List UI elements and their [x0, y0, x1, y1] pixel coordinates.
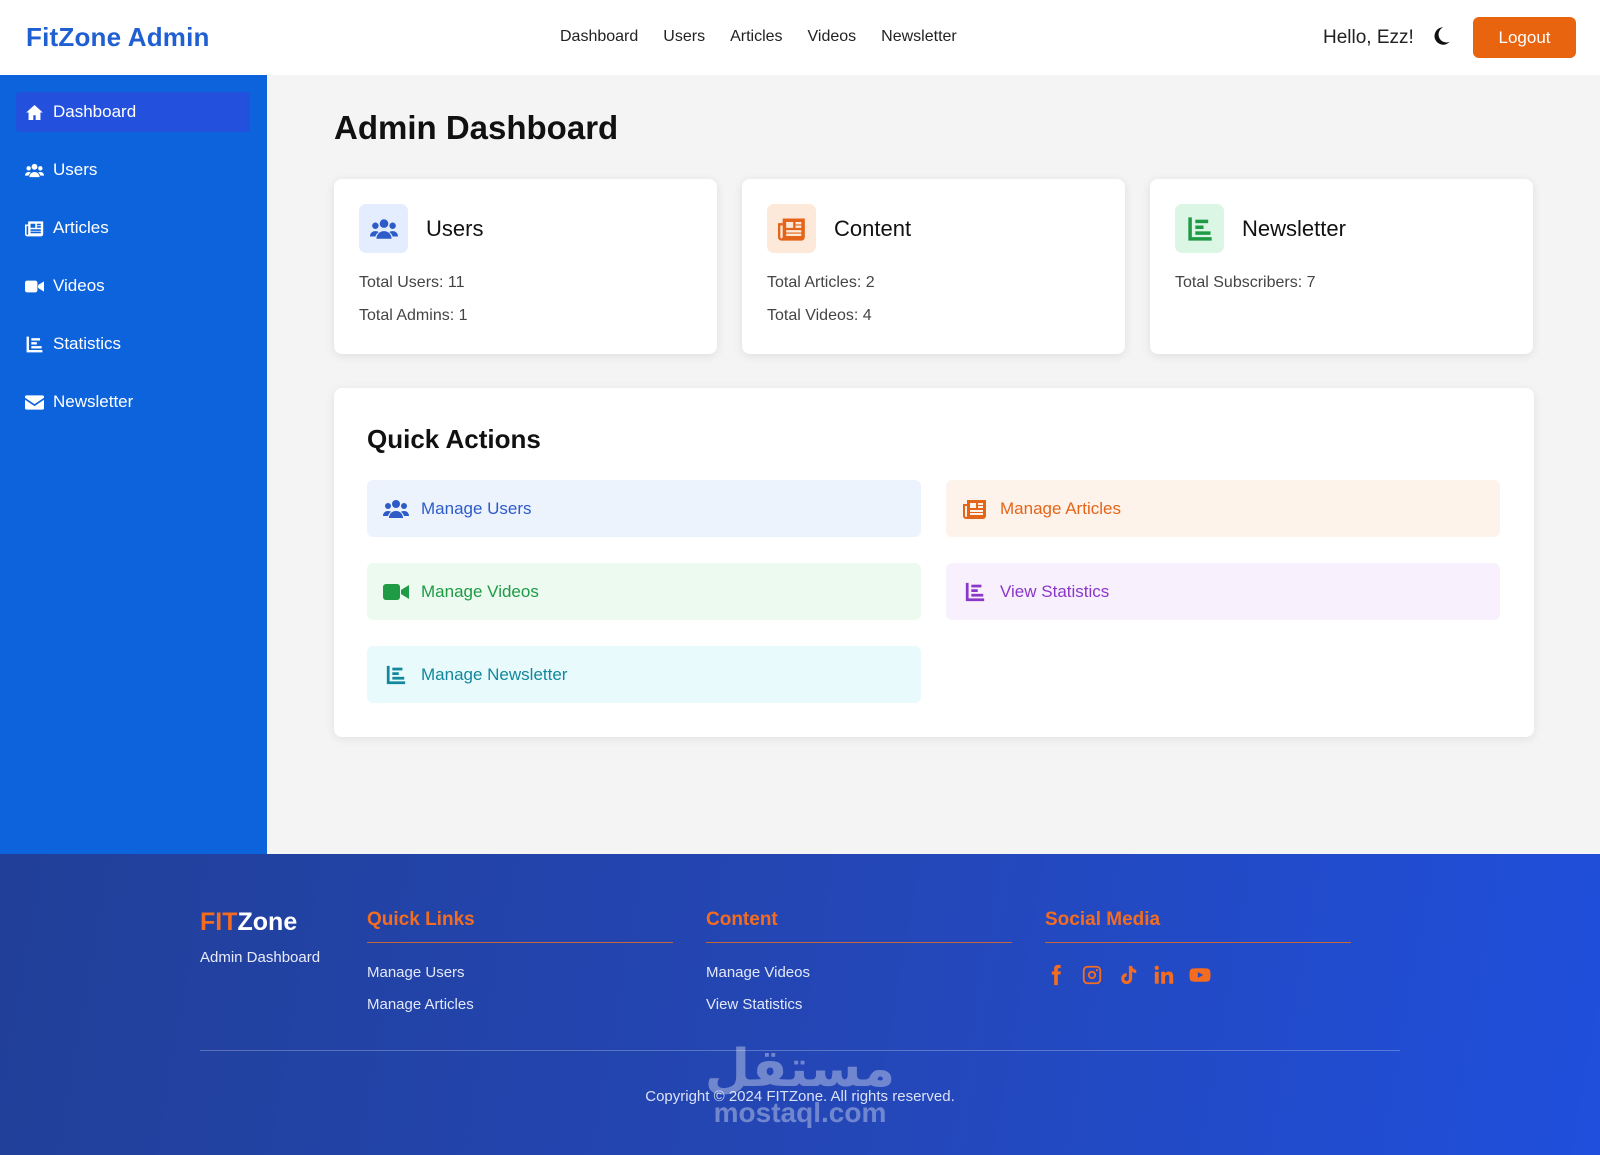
total-videos-stat: Total Videos: 4 [767, 307, 872, 324]
newspaper-icon [25, 220, 44, 236]
tiktok-icon[interactable] [1117, 964, 1139, 986]
linkedin-icon[interactable] [1153, 964, 1175, 986]
top-nav: Dashboard Users Articles Videos Newslett… [560, 28, 957, 46]
quick-actions-panel: Quick Actions Manage Users Manage Articl… [334, 388, 1534, 737]
quick-actions-title: Quick Actions [367, 424, 541, 454]
total-admins-stat: Total Admins: 1 [359, 307, 468, 324]
users-icon [383, 499, 409, 518]
page-title: Admin Dashboard [334, 109, 619, 146]
logout-button[interactable]: Logout [1473, 17, 1576, 58]
chart-icon [26, 336, 43, 352]
home-icon [26, 104, 43, 120]
instagram-icon[interactable] [1081, 964, 1103, 986]
quick-action-label: Manage Articles [1000, 498, 1121, 518]
card-icon-box [767, 204, 816, 253]
users-icon [25, 163, 44, 177]
mostaql-watermark: مستقل mostaql.com [700, 1039, 900, 1127]
sidebar-item-articles[interactable]: Articles [16, 208, 250, 248]
quick-action-label: Manage Newsletter [421, 664, 568, 684]
newspaper-icon [963, 499, 986, 519]
youtube-icon[interactable] [1189, 964, 1211, 986]
footer-social-media: Social Media [1045, 909, 1351, 986]
card-title: Users [426, 216, 484, 241]
footer: FITZone Admin Dashboard Quick Links Mana… [0, 854, 1600, 1155]
sidebar-item-label: Videos [53, 276, 105, 295]
brand-logo[interactable]: FitZone Admin [26, 22, 210, 53]
footer-brand[interactable]: FITZone [200, 908, 297, 937]
sidebar-item-label: Newsletter [53, 392, 134, 411]
quick-action-label: Manage Users [421, 498, 532, 518]
view-statistics-button[interactable]: View Statistics [946, 563, 1500, 620]
manage-articles-button[interactable]: Manage Articles [946, 480, 1500, 537]
chart-icon [965, 582, 985, 601]
sidebar-item-videos[interactable]: Videos [16, 266, 250, 306]
sidebar-item-users[interactable]: Users [16, 150, 250, 190]
manage-users-button[interactable]: Manage Users [367, 480, 921, 537]
footer-subtitle: Admin Dashboard [200, 949, 321, 966]
total-articles-stat: Total Articles: 2 [767, 274, 875, 291]
footer-quick-links: Quick Links Manage Users Manage Articles [367, 909, 673, 1013]
nav-link-dashboard[interactable]: Dashboard [560, 28, 638, 46]
social-icons [1045, 964, 1351, 986]
stat-card-newsletter: Newsletter Total Subscribers: 7 [1150, 179, 1533, 354]
copyright-text: Copyright © 2024 FITZone. All rights res… [645, 1088, 955, 1105]
card-title: Newsletter [1242, 216, 1346, 241]
footer-column-title: Content [706, 909, 1012, 943]
quick-action-label: Manage Videos [421, 581, 539, 601]
user-greeting: Hello, Ezz! [1323, 27, 1414, 48]
sidebar-item-dashboard[interactable]: Dashboard [16, 92, 250, 132]
nav-link-videos[interactable]: Videos [808, 28, 857, 46]
footer-content-links: Content Manage Videos View Statistics [706, 909, 1012, 1013]
total-users-stat: Total Users: 11 [359, 274, 465, 291]
sidebar-item-newsletter[interactable]: Newsletter [16, 382, 250, 422]
sidebar-item-label: Articles [53, 218, 109, 237]
moon-icon[interactable] [1430, 25, 1452, 47]
video-icon [25, 280, 44, 292]
sidebar: Dashboard Users Articles Videos Statisti… [0, 75, 267, 854]
top-navbar: FitZone Admin Dashboard Users Articles V… [0, 0, 1600, 75]
nav-link-users[interactable]: Users [663, 28, 705, 46]
footer-link-manage-videos[interactable]: Manage Videos [706, 964, 1012, 981]
quick-action-label: View Statistics [1000, 581, 1110, 601]
footer-link-view-statistics[interactable]: View Statistics [706, 996, 1012, 1013]
users-icon [369, 218, 398, 239]
nav-link-newsletter[interactable]: Newsletter [881, 28, 957, 46]
card-icon-box [359, 204, 408, 253]
footer-link-manage-articles[interactable]: Manage Articles [367, 996, 673, 1013]
sidebar-item-label: Users [53, 160, 98, 179]
card-title: Content [834, 216, 912, 241]
sidebar-item-statistics[interactable]: Statistics [16, 324, 250, 364]
manage-videos-button[interactable]: Manage Videos [367, 563, 921, 620]
footer-brand-accent: FIT [200, 908, 238, 936]
envelope-icon [25, 394, 44, 410]
nav-link-articles[interactable]: Articles [730, 28, 782, 46]
stat-card-content: Content Total Articles: 2 Total Videos: … [742, 179, 1125, 354]
sidebar-item-label: Statistics [53, 334, 122, 353]
card-icon-box [1175, 204, 1224, 253]
sidebar-item-label: Dashboard [53, 102, 137, 121]
footer-link-manage-users[interactable]: Manage Users [367, 964, 673, 981]
manage-newsletter-button[interactable]: Manage Newsletter [367, 646, 921, 703]
chart-icon [386, 665, 406, 684]
facebook-icon[interactable] [1045, 964, 1067, 986]
chart-icon [1187, 216, 1212, 241]
footer-column-title: Social Media [1045, 909, 1351, 943]
video-icon [383, 583, 409, 600]
newspaper-icon [777, 218, 805, 241]
stat-card-users: Users Total Users: 11 Total Admins: 1 [334, 179, 717, 354]
total-subscribers-stat: Total Subscribers: 7 [1175, 274, 1316, 291]
footer-brand-rest: Zone [237, 908, 298, 936]
footer-column-title: Quick Links [367, 909, 673, 943]
